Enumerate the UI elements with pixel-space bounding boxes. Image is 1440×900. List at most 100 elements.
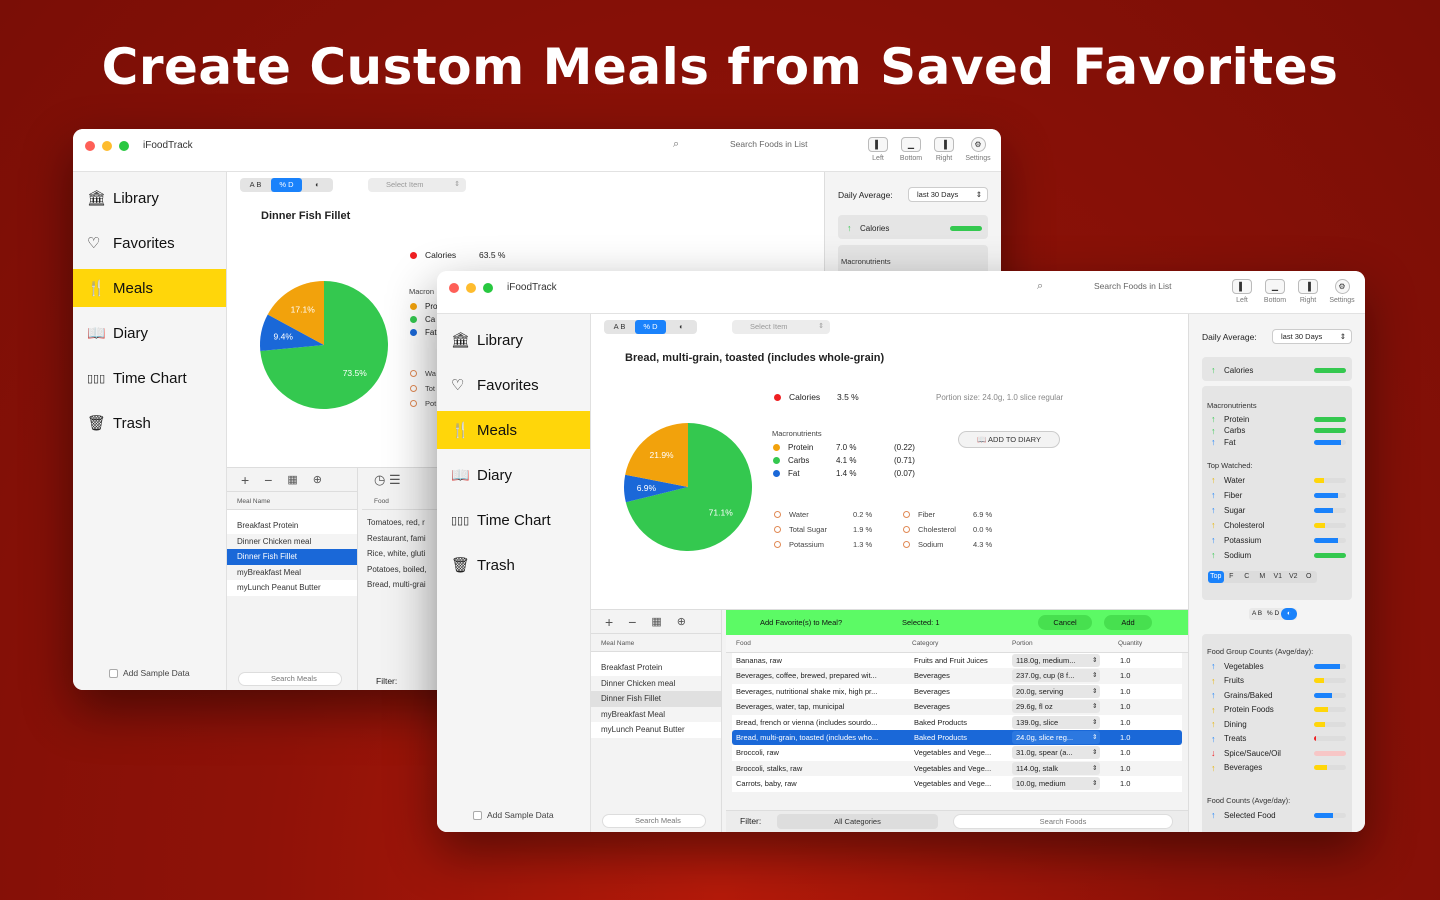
search-field[interactable]: Search Foods in List <box>1094 281 1171 291</box>
category-filter-dropdown[interactable]: All Categories <box>777 814 938 829</box>
calendar-icon[interactable]: ▦ <box>651 615 661 628</box>
meal-row[interactable]: myLunch Peanut Butter <box>591 722 721 738</box>
food-row[interactable]: Bread, multi-grain, toasted (includes wh… <box>732 729 1182 746</box>
portion-stepper[interactable]: 139.0g, slice <box>1012 715 1100 729</box>
add-to-diary-button[interactable]: 📖 ADD TO DIARY <box>958 431 1060 448</box>
portion-stepper[interactable]: 29.6g, fl oz <box>1012 700 1100 714</box>
pie-label-2: 21.9% <box>650 450 675 460</box>
portion-stepper[interactable]: 20.0g, serving <box>1012 684 1100 698</box>
sidebar-item-trash[interactable]: 🗑 Trash <box>73 404 226 442</box>
tab-top[interactable]: Top <box>1208 571 1224 583</box>
food-row[interactable]: Broccoli, stalks, raw Vegetables and Vege… <box>732 760 1182 777</box>
settings-button[interactable]: ⚙ Settings <box>1326 279 1358 304</box>
portion-stepper[interactable]: 10.0g, medium <box>1012 777 1100 791</box>
tab-o[interactable]: O <box>1301 571 1317 583</box>
nutrient-sugar: Total Sugar 1.9 % <box>774 525 872 534</box>
view-segmented-control[interactable]: A B% D ◐ <box>604 320 697 334</box>
category-tabs[interactable]: Top F C M V1 V2 O <box>1208 571 1317 583</box>
settings-button[interactable]: ⚙ Settings <box>962 137 994 162</box>
meal-row[interactable]: myLunch Peanut Butter <box>227 580 357 596</box>
food-row[interactable]: Bananas, raw Fruits and Fruit Juices 118.0… <box>732 653 1182 669</box>
plus-icon[interactable]: + <box>241 472 249 488</box>
select-item-dropdown[interactable]: Select Item <box>732 320 830 334</box>
sidebar-item-time-chart[interactable]: ▯▯▯ Time Chart <box>437 501 590 539</box>
search-icon[interactable]: ⌕ <box>1037 280 1043 293</box>
portion-stepper[interactable]: 114.0g, stalk <box>1012 761 1100 775</box>
tab-f[interactable]: F <box>1224 571 1240 583</box>
minimize-button[interactable] <box>466 283 476 293</box>
sidebar-item-diary[interactable]: 📖 Diary <box>437 456 590 494</box>
tab-m[interactable]: M <box>1255 571 1271 583</box>
meal-row[interactable]: myBreakfast Meal <box>227 564 357 580</box>
zoom-button[interactable] <box>483 283 493 293</box>
meal-row[interactable]: Breakfast Protein <box>591 660 721 676</box>
sidebar-item-favorites[interactable]: ♡ Favorites <box>73 224 226 262</box>
right-segmented-control[interactable]: A B% D ◐ <box>1249 608 1297 620</box>
search-icon[interactable]: ⌕ <box>673 138 679 151</box>
cancel-button[interactable]: Cancel <box>1038 615 1092 630</box>
right-panel-button[interactable]: ▐ Right <box>928 137 960 162</box>
left-panel-button[interactable]: ▌ Left <box>862 137 894 162</box>
portion-stepper[interactable]: 31.0g, spear (a... <box>1012 746 1100 760</box>
portion-stepper[interactable]: 118.0g, medium... <box>1012 654 1100 667</box>
food-row[interactable]: Carrots, baby, raw Vegetables and Vege...… <box>732 776 1182 792</box>
meal-row[interactable]: myBreakfast Meal <box>591 706 721 722</box>
sidebar-item-library[interactable]: 🏛 Library <box>437 321 590 359</box>
minus-icon[interactable]: − <box>628 614 636 630</box>
period-dropdown[interactable]: last 30 Days <box>908 187 988 202</box>
left-panel-button[interactable]: ▌ Left <box>1226 279 1258 304</box>
watched-row: ↑ Fat <box>1211 437 1346 447</box>
meal-row[interactable]: Dinner Fish Fillet <box>591 691 721 707</box>
sidebar-item-meals[interactable]: 🍴 Meals <box>437 411 590 449</box>
close-button[interactable] <box>85 141 95 151</box>
meal-add-icon[interactable]: ⊕ <box>677 615 686 628</box>
add-sample-data[interactable]: Add Sample Data <box>473 810 554 820</box>
sidebar-item-diary[interactable]: 📖 Diary <box>73 314 226 352</box>
meals-list-panel: + − ▦ ⊕ Meal Name Breakfast Protein Dinner … <box>591 610 722 832</box>
meal-row[interactable]: Breakfast Protein <box>227 518 357 534</box>
macro-fat: Fat 1.4 % (0.07) <box>773 469 915 478</box>
food-row[interactable]: Beverages, nutritional shake mix, high p… <box>732 683 1182 700</box>
food-search[interactable]: Search Foods <box>953 814 1173 829</box>
sidebar-item-trash[interactable]: 🗑 Trash <box>437 546 590 584</box>
food-row[interactable]: Broccoli, raw Vegetables and Vege... 31.0g… <box>732 745 1182 761</box>
tab-c[interactable]: C <box>1239 571 1255 583</box>
heart-icon: ♡ <box>87 235 101 252</box>
meal-row[interactable]: Dinner Chicken meal <box>227 533 357 549</box>
bottom-panel-button[interactable]: ▁ Bottom <box>895 137 927 162</box>
right-panel-button[interactable]: ▐ Right <box>1292 279 1324 304</box>
period-dropdown[interactable]: last 30 Days <box>1272 329 1352 344</box>
minimize-button[interactable] <box>102 141 112 151</box>
sidebar-item-favorites[interactable]: ♡ Favorites <box>437 366 590 404</box>
sidebar-item-time-chart[interactable]: ▯▯▯ Time Chart <box>73 359 226 397</box>
meal-add-icon[interactable]: ⊕ <box>313 473 322 486</box>
sidebar-item-meals[interactable]: 🍴 Meals <box>73 269 226 307</box>
food-table-header: Food Category Portion Quantity <box>726 635 1188 653</box>
plus-icon[interactable]: + <box>605 614 613 630</box>
tab-v1[interactable]: V1 <box>1270 571 1286 583</box>
meals-search[interactable]: Search Meals <box>602 814 706 828</box>
close-button[interactable] <box>449 283 459 293</box>
meal-row[interactable]: Dinner Fish Fillet <box>227 549 357 565</box>
meals-toolbar: + − ▦ ⊕ <box>591 610 721 634</box>
calendar-icon[interactable]: ▦ <box>287 473 297 486</box>
sidebar-item-library[interactable]: 🏛 Library <box>73 179 226 217</box>
tab-v2[interactable]: V2 <box>1286 571 1302 583</box>
meals-search[interactable]: Search Meals <box>238 672 342 686</box>
add-sample-data[interactable]: Add Sample Data <box>109 668 190 678</box>
watched-row: ↑ Dining <box>1211 719 1346 729</box>
add-button[interactable]: Add <box>1104 615 1152 630</box>
portion-stepper[interactable]: 24.0g, slice reg... <box>1012 730 1100 744</box>
meals-toolbar: + − ▦ ⊕ <box>227 468 357 492</box>
portion-stepper[interactable]: 237.0g, cup (8 f... <box>1012 669 1100 683</box>
zoom-button[interactable] <box>119 141 129 151</box>
bottom-panel-button[interactable]: ▁ Bottom <box>1259 279 1291 304</box>
search-field[interactable]: Search Foods in List <box>730 139 807 149</box>
view-segmented-control[interactable]: A B% D ◐ <box>240 178 333 192</box>
minus-icon[interactable]: − <box>264 472 272 488</box>
food-row[interactable]: Beverages, coffee, brewed, prepared wit.… <box>732 668 1182 684</box>
food-row[interactable]: Bread, french or vienna (includes sourdo… <box>732 714 1182 730</box>
food-row[interactable]: Beverages, water, tap, municipal Beverage… <box>732 699 1182 715</box>
select-item-dropdown[interactable]: Select Item <box>368 178 466 192</box>
meal-row[interactable]: Dinner Chicken meal <box>591 675 721 691</box>
